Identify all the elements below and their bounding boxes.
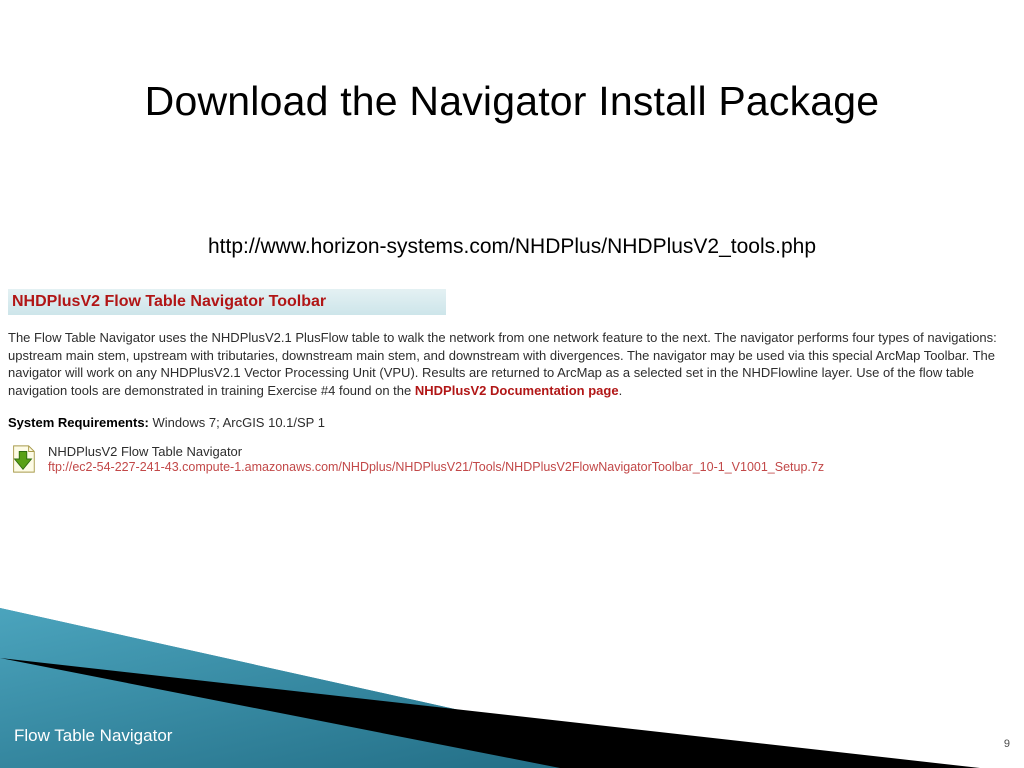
sysreq-label: System Requirements: — [8, 415, 149, 430]
slide: Download the Navigator Install Package h… — [0, 0, 1024, 768]
slide-title: Download the Navigator Install Package — [0, 0, 1024, 125]
download-row: NHDPlusV2 Flow Table Navigator ftp://ec2… — [8, 444, 1016, 474]
download-icon[interactable] — [8, 444, 38, 474]
download-text: NHDPlusV2 Flow Table Navigator ftp://ec2… — [48, 444, 1016, 474]
system-requirements: System Requirements: Windows 7; ArcGIS 1… — [8, 415, 1016, 430]
download-title: NHDPlusV2 Flow Table Navigator — [48, 444, 1016, 459]
download-link[interactable]: ftp://ec2-54-227-241-43.compute-1.amazon… — [48, 460, 1016, 474]
tools-url: http://www.horizon-systems.com/NHDPlus/N… — [0, 235, 1024, 259]
sysreq-value: Windows 7; ArcGIS 10.1/SP 1 — [149, 415, 325, 430]
footer-title: Flow Table Navigator — [14, 726, 172, 746]
description-tail: . — [619, 383, 623, 398]
documentation-link[interactable]: NHDPlusV2 Documentation page — [415, 383, 619, 398]
description: The Flow Table Navigator uses the NHDPlu… — [8, 329, 1016, 399]
section-heading: NHDPlusV2 Flow Table Navigator Toolbar — [8, 289, 446, 315]
page-number: 9 — [1004, 738, 1010, 750]
web-clip: NHDPlusV2 Flow Table Navigator Toolbar T… — [8, 289, 1016, 474]
